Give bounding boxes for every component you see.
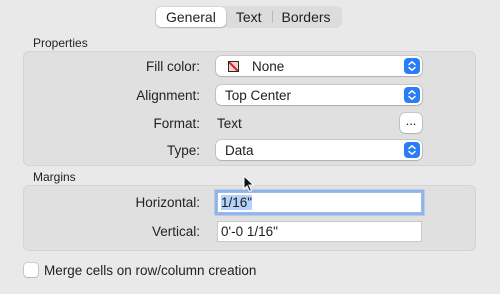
margins-section-title: Margins [33, 170, 76, 184]
no-fill-swatch-icon [228, 60, 239, 72]
fill-color-label: Fill color: [145, 59, 200, 74]
alignment-label: Alignment: [136, 88, 200, 103]
fill-color-popup[interactable]: None [216, 56, 422, 76]
tab-borders[interactable]: Borders [271, 7, 341, 27]
merge-cells-label[interactable]: Merge cells on row/column creation [44, 263, 256, 278]
vertical-margin-label: Vertical: [151, 224, 200, 239]
type-popup[interactable]: Data [216, 140, 422, 160]
chevron-up-down-icon [404, 87, 420, 103]
tab-bar: General Text Borders [155, 6, 342, 28]
mouse-pointer-icon [243, 174, 255, 196]
alignment-popup[interactable]: Top Center [216, 85, 422, 105]
cell-inspector-window: General Text Borders Properties Fill col… [0, 0, 500, 294]
type-label: Type: [166, 143, 200, 158]
horizontal-margin-label: Horizontal: [135, 195, 200, 210]
properties-section-title: Properties [33, 36, 88, 50]
fill-color-value: None [252, 58, 285, 74]
horizontal-margin-value: 1/16" [221, 195, 253, 210]
type-value: Data [225, 142, 254, 158]
vertical-margin-field[interactable]: 0'-0 1/16" [217, 221, 422, 242]
format-label: Format: [153, 116, 200, 131]
tab-general[interactable]: General [156, 7, 226, 27]
alignment-value: Top Center [225, 87, 292, 103]
format-value: Text [217, 116, 242, 131]
merge-cells-checkbox[interactable] [24, 263, 38, 277]
chevron-up-down-icon [404, 58, 420, 74]
tab-text[interactable]: Text [226, 7, 272, 27]
format-more-button[interactable]: ... [400, 113, 422, 133]
chevron-up-down-icon [404, 142, 420, 158]
